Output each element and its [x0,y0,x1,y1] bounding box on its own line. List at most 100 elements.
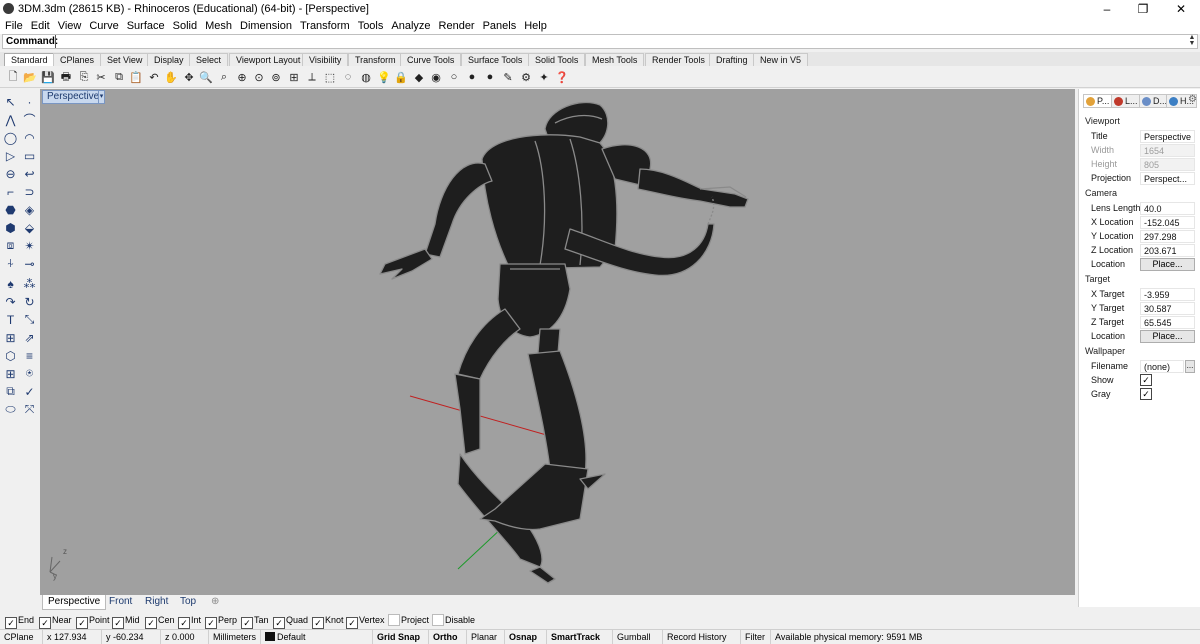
polygon-icon[interactable]: ▭ [21,147,38,164]
paste-icon[interactable]: 📋 [128,69,144,85]
render-tools-icon[interactable]: ⍟ [21,365,38,382]
status-cplane[interactable]: CPlane [0,630,34,644]
sweep-icon[interactable]: ⬭ [2,401,19,418]
wireframe-icon[interactable]: ○ [446,69,462,85]
status-layer[interactable]: Default [260,630,306,644]
menu-help[interactable]: Help [520,18,551,34]
menu-edit[interactable]: Edit [27,18,54,34]
arc-icon[interactable]: ◠ [21,129,38,146]
help-icon[interactable]: ❓ [554,69,570,85]
tools-icon[interactable]: ✦ [536,69,552,85]
rectangle-icon[interactable]: ▷ [2,147,19,164]
zoom-icon[interactable]: 🔍 [198,69,214,85]
save-icon[interactable]: 💾 [40,69,56,85]
osnap-quad[interactable]: ✓ Quad [273,614,308,629]
z-target-field[interactable]: 65.545 [1140,316,1195,329]
layout-icon[interactable]: ⧉ [2,383,19,400]
offset-icon[interactable]: ⊃ [21,183,38,200]
loft-icon[interactable]: ◈ [21,201,38,218]
move-icon[interactable]: ↷ [2,293,19,310]
tab-right[interactable]: Right [140,595,173,610]
menu-file[interactable]: File [0,18,27,34]
zoom-window-icon[interactable]: ⌕ [216,69,232,85]
osnap-near[interactable]: ✓ Near [39,614,72,629]
curve-control-icon[interactable]: ⌒ [21,111,38,128]
panel-gear-icon[interactable]: ⚙ [1188,94,1197,105]
menu-curve[interactable]: Curve [85,18,122,34]
osnap-toggle[interactable]: Osnap [504,630,537,644]
tab-front[interactable]: Front [104,595,137,610]
rotate-view-icon[interactable]: ✥ [181,69,197,85]
planar-toggle[interactable]: Planar [466,630,497,644]
osnap-end[interactable]: ✓ End [5,614,34,629]
layer-icon[interactable]: ◆ [411,69,427,85]
options-icon[interactable]: ⚙ [518,69,534,85]
menu-dimension[interactable]: Dimension [236,18,296,34]
gumball-icon[interactable]: ⤧ [21,401,38,418]
lens-length-field[interactable]: 40.0 [1140,202,1195,215]
select-icon[interactable]: ⬚ [322,69,338,85]
osnap-tan[interactable]: ✓ Tan [241,614,269,629]
menu-panels[interactable]: Panels [479,18,521,34]
pan-icon[interactable]: ✋ [163,69,179,85]
menu-render[interactable]: Render [435,18,479,34]
import-icon[interactable]: ⎘ [76,69,92,85]
box-icon[interactable]: ⬢ [2,219,19,236]
tab-perspective[interactable]: Perspective [42,595,107,610]
maximize-button[interactable]: ❐ [1124,0,1162,18]
tab-cplanes[interactable]: CPlanes [53,53,102,66]
y-location-field[interactable]: 297.298 [1140,230,1195,243]
menu-transform[interactable]: Transform [296,18,354,34]
panel-tab-properties[interactable]: P... [1083,94,1113,108]
tab-top[interactable]: Top [175,595,201,610]
menu-solid[interactable]: Solid [169,18,201,34]
tab-mesh-tools[interactable]: Mesh Tools [585,53,645,66]
robot-model[interactable]: z y [40,89,1075,595]
menu-analyze[interactable]: Analyze [387,18,434,34]
shaded-icon[interactable]: ● [464,69,480,85]
title-field[interactable]: Perspective [1140,130,1195,143]
tab-surface-tools[interactable]: Surface Tools [461,53,530,66]
block-icon[interactable]: ⊞ [2,329,19,346]
smarttrack-toggle[interactable]: SmartTrack [546,630,600,644]
x-location-field[interactable]: -152.045 [1140,216,1195,229]
lock-icon[interactable]: 🔒 [393,69,409,85]
projection-select[interactable]: Perspect... [1140,172,1195,185]
target-place-button[interactable]: Place... [1140,330,1195,343]
fillet-icon[interactable]: ⌐ [2,183,19,200]
explode-icon[interactable]: ✴ [21,237,38,254]
hide-icon[interactable]: ◌ [340,69,356,85]
trim-icon[interactable]: ⍭ [2,255,19,272]
osnap-disable[interactable]: Disable [432,614,475,627]
osnap-mid[interactable]: ✓ Mid [112,614,140,629]
print-icon[interactable]: 🖶 [58,69,74,85]
osnap-perp[interactable]: ✓ Perp [205,614,237,629]
select-arrow-icon[interactable]: ↖ [2,93,19,110]
render-icon[interactable]: ✎ [500,69,516,85]
tab-curve-tools[interactable]: Curve Tools [400,53,462,66]
freeform-icon[interactable]: ↩ [21,165,38,182]
rendered-icon[interactable]: ● [482,69,498,85]
split-icon[interactable]: ⊸ [21,255,38,272]
osnap-knot[interactable]: ✓ Knot [312,614,344,629]
rotate-icon[interactable]: ↻ [21,293,38,310]
mesh-icon[interactable]: ⬡ [2,347,19,364]
minimize-button[interactable]: – [1088,0,1126,18]
lightbulb-icon[interactable]: 💡 [376,69,392,85]
camera-place-button[interactable]: Place... [1140,258,1195,271]
x-target-field[interactable]: -3.959 [1140,288,1195,301]
show-checkbox[interactable]: ✓ [1140,374,1152,386]
tab-drafting[interactable]: Drafting [709,53,755,66]
surface-icon[interactable]: ⬣ [2,201,19,218]
properties-icon[interactable]: ◉ [428,69,444,85]
circle-icon[interactable]: ◯ [2,129,19,146]
perspective-viewport[interactable]: Perspective ▾ z y [40,89,1075,595]
osnap-project[interactable]: Project [388,614,429,627]
add-viewport-tab-icon[interactable]: ⊕ [206,595,224,610]
ellipse-icon[interactable]: ⊖ [2,165,19,182]
menu-view[interactable]: View [54,18,86,34]
osnap-int[interactable]: ✓ Int [178,614,201,629]
osnap-vertex[interactable]: ✓ Vertex [346,614,385,629]
boolean-icon[interactable]: ⧈ [2,237,19,254]
filter-toggle[interactable]: Filter [740,630,765,644]
